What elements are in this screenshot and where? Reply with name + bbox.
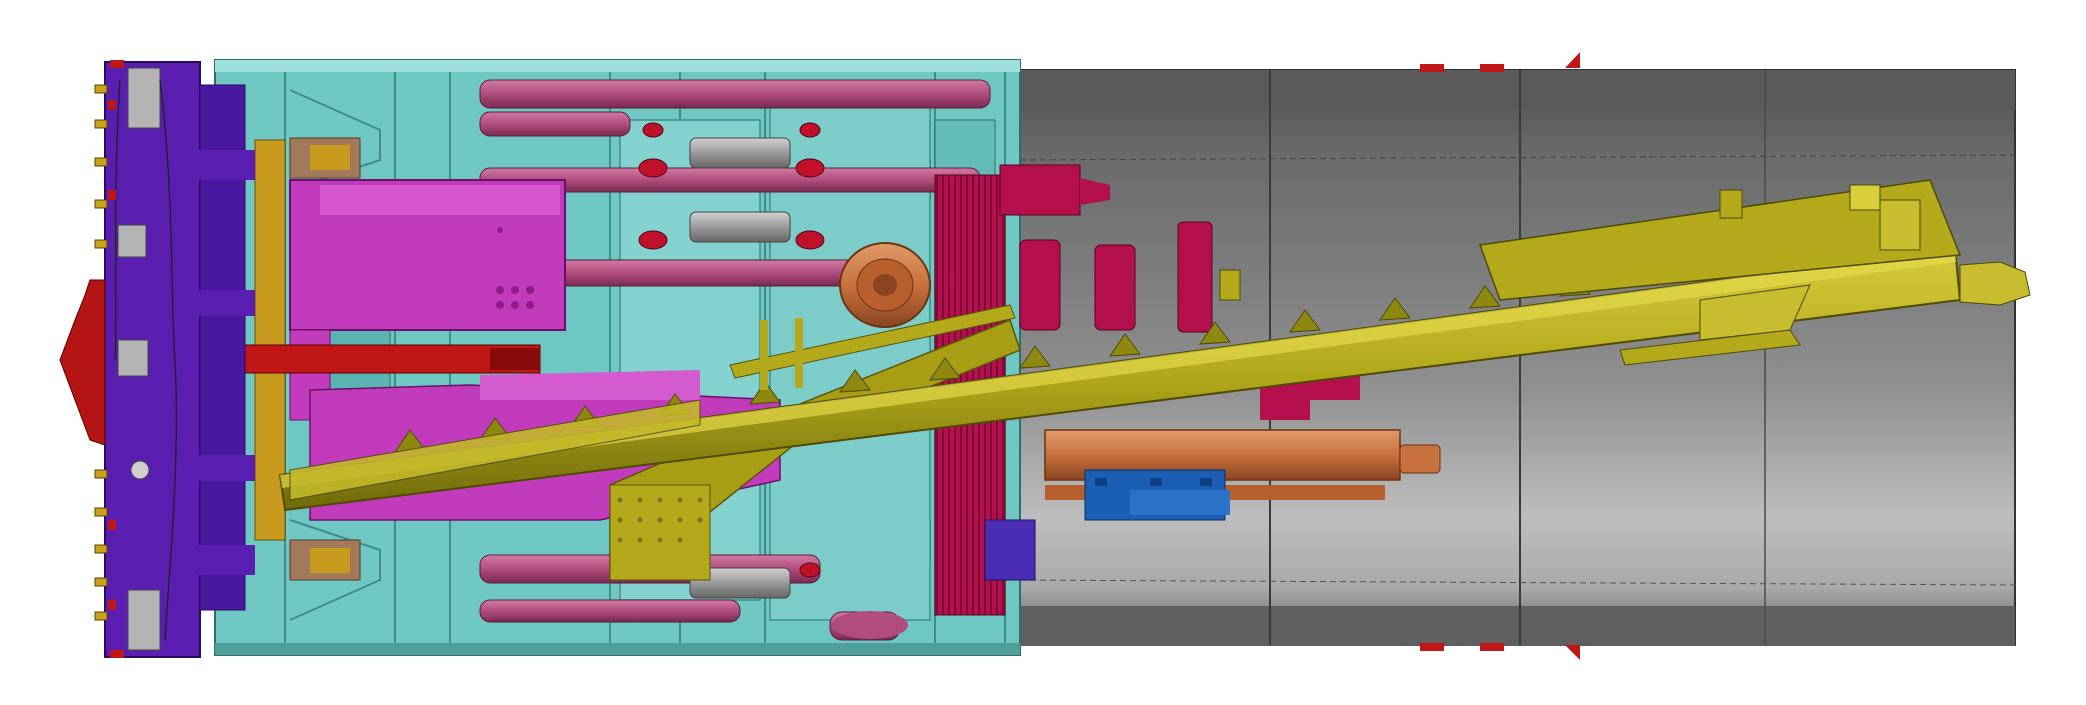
cutterhead-icon <box>59 60 255 658</box>
tbm-diagram <box>0 0 2086 705</box>
tbm-cad-drawing <box>59 52 2031 660</box>
